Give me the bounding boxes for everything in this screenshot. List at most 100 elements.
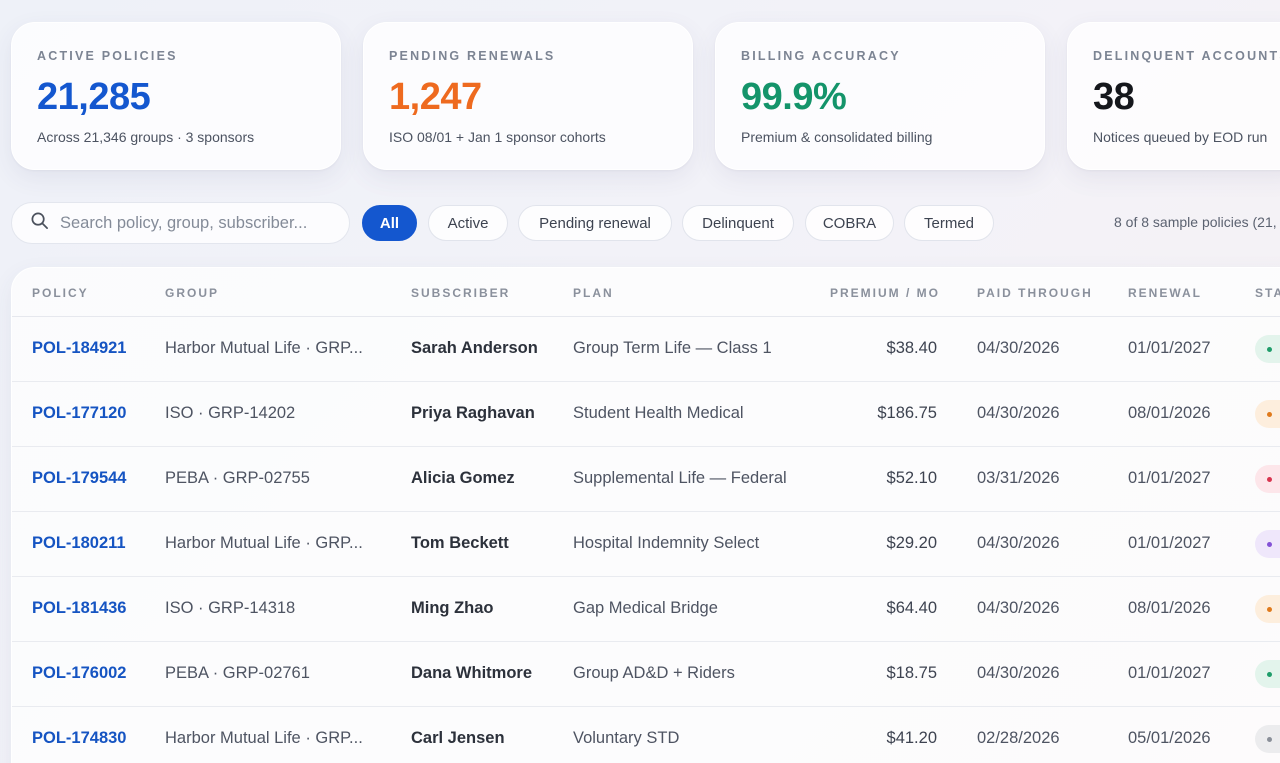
- policy-link[interactable]: POL-180211: [32, 534, 126, 553]
- column-header-paid-through[interactable]: PAID THROUGH: [977, 286, 1093, 300]
- filter-termed[interactable]: Termed: [904, 205, 994, 241]
- group-cell: Harbor Mutual Life · GRP...: [165, 339, 363, 357]
- table-row[interactable]: POL-180211 Harbor Mutual Life · GRP... Tom…: [12, 512, 1280, 577]
- search-input[interactable]: [60, 213, 340, 233]
- renewal-cell: 08/01/2026: [1128, 404, 1211, 422]
- group-cell: Harbor Mutual Life · GRP...: [165, 729, 363, 747]
- status-dot-icon: [1267, 347, 1272, 352]
- plan-cell: Student Health Medical: [573, 404, 744, 422]
- plan-cell: Voluntary STD: [573, 729, 680, 747]
- policy-link[interactable]: POL-174830: [32, 729, 126, 748]
- column-header-status[interactable]: STA: [1255, 286, 1280, 300]
- search-box[interactable]: [11, 202, 350, 244]
- paid-through-cell: 04/30/2026: [977, 664, 1060, 682]
- table-row[interactable]: POL-184921 Harbor Mutual Life · GRP... Sar…: [12, 317, 1280, 382]
- result-count: 8 of 8 sample policies (21,: [1114, 214, 1277, 230]
- column-header-plan[interactable]: PLAN: [573, 286, 614, 300]
- subscriber-cell: Alicia Gomez: [411, 469, 515, 487]
- group-cell: PEBA · GRP-02755: [165, 469, 310, 487]
- subscriber-cell: Priya Raghavan: [411, 404, 535, 422]
- status-badge: [1255, 335, 1280, 363]
- subscriber-cell: Dana Whitmore: [411, 664, 533, 682]
- plan-cell: Hospital Indemnity Select: [573, 534, 760, 552]
- group-cell: ISO · GRP-14318: [165, 599, 296, 617]
- paid-through-cell: 03/31/2026: [977, 469, 1060, 487]
- kpi-pending-renewals: PENDING RENEWALS 1,247 ISO 08/01 + Jan 1…: [363, 22, 693, 170]
- paid-through-cell: 04/30/2026: [977, 599, 1060, 617]
- column-header-premium[interactable]: PREMIUM / MO: [830, 286, 940, 300]
- table-header: POLICY GROUP SUBSCRIBER PLAN PREMIUM / M…: [12, 268, 1280, 317]
- policy-link[interactable]: POL-179544: [32, 469, 126, 488]
- premium-cell: $18.75: [886, 664, 937, 682]
- filter-active[interactable]: Active: [428, 205, 508, 241]
- kpi-value: 1,247: [389, 76, 482, 118]
- kpi-note: Across 21,346 groups · 3 sponsors: [37, 129, 255, 145]
- paid-through-cell: 04/30/2026: [977, 339, 1060, 357]
- subscriber-cell: Sarah Anderson: [411, 339, 538, 357]
- status-badge: [1255, 400, 1280, 428]
- table-row[interactable]: POL-181436 ISO · GRP-14318 Ming Zhao Gap Me…: [12, 577, 1280, 642]
- policy-link[interactable]: POL-181436: [32, 599, 126, 618]
- filter-all[interactable]: All: [362, 205, 417, 241]
- filter-cobra[interactable]: COBRA: [805, 205, 894, 241]
- renewal-cell: 08/01/2026: [1128, 599, 1211, 617]
- column-header-subscriber[interactable]: SUBSCRIBER: [411, 286, 510, 300]
- search-icon: [30, 211, 49, 235]
- kpi-label: ACTIVE POLICIES: [37, 49, 178, 63]
- plan-cell: Supplemental Life — Federal: [573, 469, 787, 487]
- group-cell: ISO · GRP-14202: [165, 404, 296, 422]
- status-badge: [1255, 465, 1280, 493]
- status-dot-icon: [1267, 607, 1272, 612]
- column-header-group[interactable]: GROUP: [165, 286, 219, 300]
- table-row[interactable]: POL-177120 ISO · GRP-14202 Priya Raghavan S…: [12, 382, 1280, 447]
- renewal-cell: 01/01/2027: [1128, 664, 1211, 682]
- policy-link[interactable]: POL-176002: [32, 664, 126, 683]
- status-dot-icon: [1267, 477, 1272, 482]
- kpi-note: Premium & consolidated billing: [741, 129, 933, 145]
- policy-link[interactable]: POL-177120: [32, 404, 126, 423]
- kpi-note: ISO 08/01 + Jan 1 sponsor cohorts: [389, 129, 606, 145]
- kpi-value: 21,285: [37, 76, 151, 118]
- subscriber-cell: Carl Jensen: [411, 729, 505, 747]
- kpi-billing-accuracy: BILLING ACCURACY 99.9% Premium & consoli…: [715, 22, 1045, 170]
- renewal-cell: 01/01/2027: [1128, 469, 1211, 487]
- filter-pending-renewal[interactable]: Pending renewal: [518, 205, 672, 241]
- kpi-delinquent-accounts: DELINQUENT ACCOUNTS 38 Notices queued by…: [1067, 22, 1280, 170]
- kpi-note: Notices queued by EOD run: [1093, 129, 1268, 145]
- kpi-active-policies: ACTIVE POLICIES 21,285 Across 21,346 gro…: [11, 22, 341, 170]
- policy-table: POLICY GROUP SUBSCRIBER PLAN PREMIUM / M…: [11, 267, 1280, 763]
- status-dot-icon: [1267, 542, 1272, 547]
- table-row[interactable]: POL-179544 PEBA · GRP-02755 Alicia Gomez Su…: [12, 447, 1280, 512]
- kpi-label: BILLING ACCURACY: [741, 49, 901, 63]
- status-dot-icon: [1267, 737, 1272, 742]
- paid-through-cell: 04/30/2026: [977, 404, 1060, 422]
- group-cell: Harbor Mutual Life · GRP...: [165, 534, 363, 552]
- subscriber-cell: Tom Beckett: [411, 534, 509, 552]
- subscriber-cell: Ming Zhao: [411, 599, 494, 617]
- column-header-policy[interactable]: POLICY: [32, 286, 89, 300]
- status-badge: [1255, 530, 1280, 558]
- premium-cell: $38.40: [886, 339, 937, 357]
- policy-link[interactable]: POL-184921: [32, 339, 126, 358]
- kpi-label: PENDING RENEWALS: [389, 49, 556, 63]
- premium-cell: $41.20: [886, 729, 937, 747]
- plan-cell: Group Term Life — Class 1: [573, 339, 772, 357]
- premium-cell: $64.40: [886, 599, 937, 617]
- plan-cell: Gap Medical Bridge: [573, 599, 718, 617]
- column-header-renewal[interactable]: RENEWAL: [1128, 286, 1202, 300]
- status-dot-icon: [1267, 672, 1272, 677]
- renewal-cell: 01/01/2027: [1128, 534, 1211, 552]
- plan-cell: Group AD&D + Riders: [573, 664, 735, 682]
- table-row[interactable]: POL-174830 Harbor Mutual Life · GRP... Car…: [12, 707, 1280, 763]
- status-badge: [1255, 725, 1280, 753]
- renewal-cell: 05/01/2026: [1128, 729, 1211, 747]
- premium-cell: $29.20: [886, 534, 937, 552]
- group-cell: PEBA · GRP-02761: [165, 664, 310, 682]
- paid-through-cell: 02/28/2026: [977, 729, 1060, 747]
- status-dot-icon: [1267, 412, 1272, 417]
- kpi-value: 99.9%: [741, 76, 847, 118]
- table-row[interactable]: POL-176002 PEBA · GRP-02761 Dana Whitmore G…: [12, 642, 1280, 707]
- paid-through-cell: 04/30/2026: [977, 534, 1060, 552]
- filter-delinquent[interactable]: Delinquent: [682, 205, 794, 241]
- premium-cell: $52.10: [886, 469, 937, 487]
